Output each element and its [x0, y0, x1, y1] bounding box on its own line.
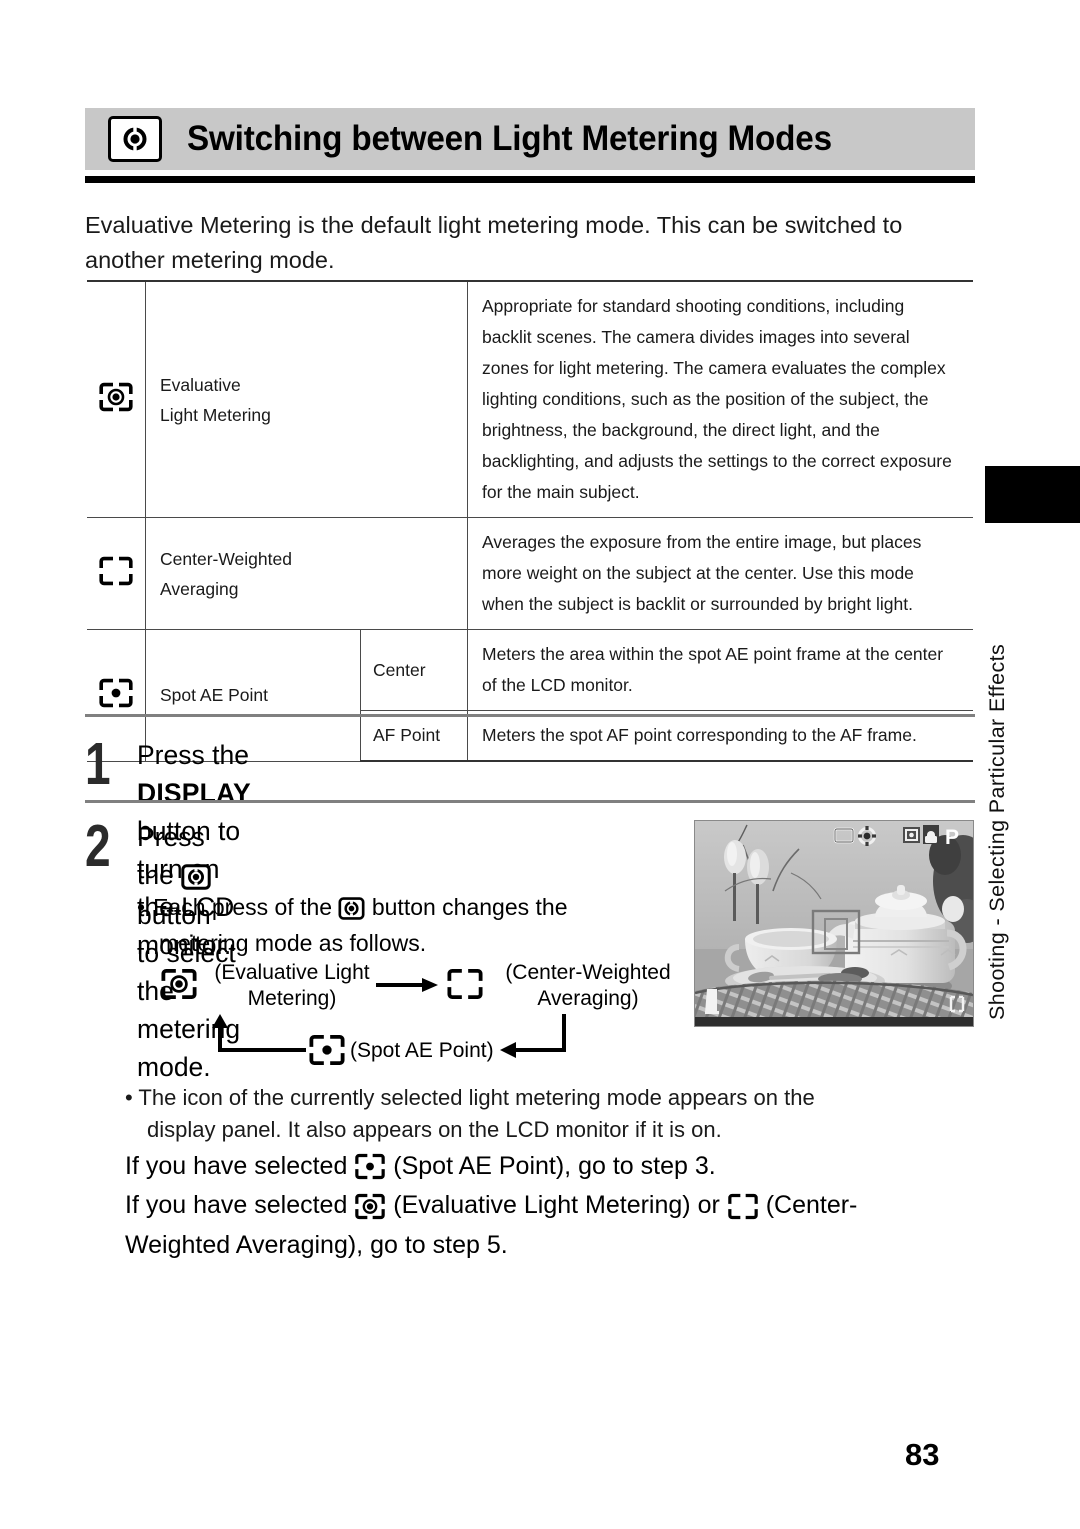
step-number: 2 [85, 813, 111, 879]
cycle-label-evaluative: (Evaluative Light Metering) [202, 960, 382, 1012]
evaluative-light-metering-icon [87, 280, 146, 518]
mode-name-line1: Center-Weighted [160, 548, 292, 569]
arrow-elbow-up-left-icon [196, 1014, 308, 1067]
section-header-banner: Switching between Light Metering Modes [85, 108, 975, 170]
mode-name: Evaluative Light Metering [145, 280, 468, 518]
bullet-line2: metering mode as follows. [159, 930, 427, 957]
cycle-label-line1: (Center-Weighted [505, 961, 671, 984]
manual-page: Switching between Light Metering Modes E… [0, 0, 1080, 1529]
metering-modes-table: Evaluative Light Metering Appropriate fo… [87, 280, 973, 762]
bullet-before: Each press of the [153, 894, 339, 920]
submode-name: AF Point [360, 710, 468, 762]
cycle-label-center-weighted: (Center-Weighted Averaging) [488, 960, 688, 1012]
mode-description: Meters the spot AF point corresponding t… [467, 710, 973, 762]
display-button-label: DISPLAY [137, 778, 251, 808]
chapter-tab-label: Shooting - Selecting Particular Effects [985, 643, 1009, 1020]
tail-line4-c: (Center- [758, 1191, 858, 1220]
mode-name-line2: Averaging [160, 578, 239, 599]
step-divider [85, 714, 975, 717]
table-row: Spot AE Point Center Meters the area wit… [87, 629, 973, 762]
intro-paragraph: Evaluative Metering is the default light… [85, 212, 903, 273]
mode-name: Center-Weighted Averaging [145, 517, 468, 630]
cycle-label-line2: Averaging) [537, 987, 639, 1010]
tail-bullet-line1: The icon of the currently selected light… [138, 1085, 815, 1110]
step-divider [85, 800, 975, 803]
bullet-dot: • [137, 894, 146, 920]
bullet-after: button changes the [365, 894, 568, 920]
cycle-label-spot: (Spot AE Point) [350, 1039, 494, 1062]
evaluative-light-metering-icon [160, 968, 198, 1007]
page-number: 83 [905, 1437, 940, 1472]
bullet-text: • Each press of the button changes the me… [137, 890, 657, 961]
mode-description: Meters the area within the spot AE point… [467, 629, 973, 711]
tail-line-evaluative: If you have selected (Evaluative Light M… [125, 1187, 975, 1224]
header-rule [85, 176, 975, 183]
step-number: 1 [85, 731, 111, 797]
arrow-right-icon [376, 974, 438, 1000]
bullet-dot: • [125, 1085, 133, 1110]
tail-line4-a: If you have selected [125, 1191, 355, 1220]
metering-mode-button-icon [338, 891, 365, 926]
mode-description: Appropriate for standard shooting condit… [467, 280, 973, 518]
step-text-before: Press the [137, 740, 249, 770]
tail-line3-a: If you have selected [125, 1152, 355, 1180]
mode-name-line2: Light Metering [160, 404, 271, 425]
table-row: Center-Weighted Averaging Averages the e… [87, 517, 973, 630]
tail-line5: Weighted Averaging), go to step 5. [125, 1230, 508, 1259]
spot-ae-point-icon [308, 1034, 346, 1073]
tail-bullet-line2: display panel. It also appears on the LC… [147, 1117, 722, 1142]
cycle-label-line2: Metering) [247, 987, 337, 1010]
cycle-label-line1: (Evaluative Light [214, 961, 370, 984]
center-weighted-averaging-icon [446, 968, 484, 1007]
center-weighted-averaging-icon [727, 1189, 759, 1225]
mode-name-line1: Evaluative [160, 374, 241, 395]
tail-bullet: • The icon of the currently selected lig… [125, 1082, 975, 1146]
spot-ae-point-icon [354, 1149, 386, 1185]
submode-name: Center [360, 629, 468, 711]
lcd-preview-photo: P [694, 820, 974, 1027]
svg-text:P: P [945, 826, 959, 849]
tail-notes: • The icon of the currently selected lig… [125, 1082, 975, 1263]
page-title: Switching between Light Metering Modes [187, 119, 832, 158]
tail-line3-b: (Spot AE Point), go to step 3. [386, 1152, 716, 1180]
tail-line-spot: If you have selected (Spot AE Point), go… [125, 1148, 975, 1185]
chapter-tab-marker [985, 466, 1080, 523]
mode-description: Averages the exposure from the entire im… [467, 517, 973, 630]
tail-line4-b: (Evaluative Light Metering) or [386, 1191, 727, 1220]
table-row: Evaluative Light Metering Appropriate fo… [87, 280, 973, 518]
metering-mode-cycle-diagram: (Evaluative Light Metering) (Center-Weig… [160, 958, 680, 1065]
evaluative-light-metering-icon [354, 1189, 386, 1225]
metering-mode-icon [108, 116, 162, 162]
each-press-bullet: • Each press of the button changes the me… [137, 890, 657, 961]
center-weighted-averaging-icon [87, 517, 146, 630]
